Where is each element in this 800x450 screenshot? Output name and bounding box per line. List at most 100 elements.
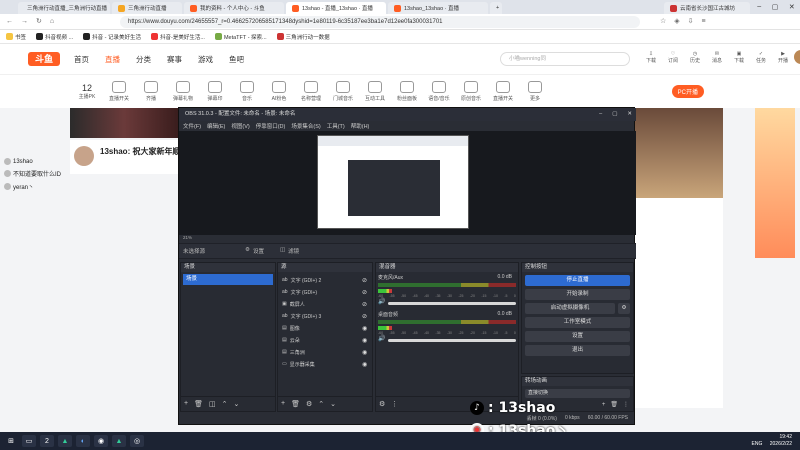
bookmark-item[interactable]: 书签	[6, 33, 26, 41]
zoom-level[interactable]: 21%	[183, 235, 192, 240]
bookmark-item[interactable]: 抖音视频 ...	[36, 33, 73, 41]
taskbar-app-icon[interactable]: ◉	[94, 435, 108, 447]
source-item[interactable]: ▤ 三角洲 ◉	[280, 346, 370, 358]
bookmark-item[interactable]: MetaTFT - 探索...	[214, 33, 267, 41]
eye-icon[interactable]: ◉	[362, 337, 370, 344]
gear-icon[interactable]: ⚙	[306, 400, 312, 408]
feed-item[interactable]: 13shao	[4, 158, 70, 165]
delete-icon[interactable]: 🗑	[610, 401, 618, 408]
category-item[interactable]: 直播开关	[488, 81, 518, 102]
source-item[interactable]: ab 文字 (GDI+) 3 ⊘	[280, 310, 370, 322]
url-field[interactable]: https://www.douyu.com/24655557_r=0.46625…	[120, 16, 640, 28]
browser-tab[interactable]: 云南省长沙国江古城坊	[664, 2, 750, 14]
menu-tools[interactable]: 工具(T)	[327, 122, 345, 130]
down-icon[interactable]: ⌄	[233, 400, 239, 408]
bookmark-item[interactable]: 抖音-是美好生活...	[151, 33, 205, 41]
browser-tab[interactable]: 13shao_13shao · 直播	[388, 2, 488, 14]
category-item[interactable]: 弹幕礼物	[168, 81, 198, 102]
virtual-cam-settings-icon[interactable]: ⚙	[618, 303, 630, 314]
star-icon[interactable]: ☆	[660, 17, 666, 25]
volume-slider[interactable]	[388, 338, 516, 342]
start-recording-button[interactable]: 开始录制	[525, 289, 630, 300]
stop-streaming-button[interactable]: 停止直播	[525, 275, 630, 286]
speaker-icon[interactable]: 🔊	[378, 335, 385, 342]
add-icon[interactable]: +	[602, 402, 606, 408]
source-item[interactable]: ▤ 图像 ◉	[280, 322, 370, 334]
category-item[interactable]: 门城音乐	[328, 81, 358, 102]
category-item[interactable]: AI粉色	[264, 81, 294, 102]
category-item[interactable]: 更多	[520, 81, 550, 102]
taskbar-app-icon[interactable]: ▭	[22, 435, 36, 447]
delete-icon[interactable]: 🗑	[194, 400, 203, 408]
source-item[interactable]: ab 文字 (GDI+) ⊘	[280, 286, 370, 298]
history-icon[interactable]: ◷ 历史	[684, 51, 706, 64]
browser-tab[interactable]: 我的资料 - 个人中心 - 斗鱼	[184, 2, 284, 14]
search-input[interactable]: 小喵wenning同	[500, 52, 630, 66]
start-icon[interactable]: ⊞	[4, 435, 18, 447]
volume-slider[interactable]	[388, 301, 516, 305]
delete-icon[interactable]: 🗑	[291, 400, 300, 408]
home-icon[interactable]: ⌂	[50, 18, 54, 25]
exit-button[interactable]: 退出	[525, 345, 630, 356]
add-icon[interactable]: +	[281, 400, 285, 407]
filter-icon[interactable]: ◫	[209, 400, 216, 408]
browser-tab[interactable]: 三角洲行动直播_三角洲行动直播	[18, 2, 110, 14]
hidden-eye-icon[interactable]: ⊘	[362, 289, 370, 296]
refresh-icon[interactable]: ↻	[36, 17, 42, 25]
category-item[interactable]: 粉丝面板	[392, 81, 422, 102]
category-item[interactable]: 原创音乐	[456, 81, 486, 102]
feed-item[interactable]: yeran丶	[4, 182, 70, 191]
add-icon[interactable]: +	[184, 400, 188, 407]
taskbar-app-icon[interactable]: 2	[40, 435, 54, 447]
go-live-icon[interactable]: ▶ 开播	[772, 51, 794, 64]
more-icon[interactable]: ⋮	[391, 400, 398, 408]
new-tab-button[interactable]: +	[490, 2, 502, 14]
system-clock[interactable]: ENG 19:42 2026/2/22	[752, 434, 792, 448]
message-icon[interactable]: ✉ 消息	[706, 51, 728, 64]
menu-view[interactable]: 视图(V)	[231, 122, 249, 130]
bookmark-item[interactable]: 三角洲行动一数据	[276, 33, 330, 41]
download-icon[interactable]: ⇩	[688, 17, 694, 25]
menu-icon[interactable]: ≡	[702, 18, 706, 25]
feed-item[interactable]: 不知道要取什么ID	[4, 169, 70, 178]
start-virtual-camera-button[interactable]: 启动虚拟摄像机	[525, 303, 615, 314]
nav-games[interactable]: 游戏	[198, 54, 213, 65]
menu-docks[interactable]: 停靠窗口(D)	[256, 122, 286, 130]
menu-scene-collection[interactable]: 场景集合(S)	[291, 122, 320, 130]
eye-icon[interactable]: ◉	[362, 349, 370, 356]
browser-tab-active[interactable]: 13shao - 直播_13shao · 直播	[286, 2, 386, 14]
transition-select[interactable]: 直接切换	[525, 389, 630, 398]
hidden-eye-icon[interactable]: ⊘	[362, 313, 370, 320]
filters-button[interactable]: ◫ 滤镜	[280, 247, 299, 255]
nav-category[interactable]: 分类	[136, 54, 151, 65]
subscribe-icon[interactable]: ♡ 订阅	[662, 51, 684, 64]
category-item[interactable]: 12 主播PK	[72, 83, 102, 100]
source-item[interactable]: ▭ 显示器采集 ◉	[280, 358, 370, 370]
category-item[interactable]: 语音/音乐	[424, 81, 454, 102]
source-item[interactable]: ▤ 云朵 ◉	[280, 334, 370, 346]
obs-taskbar-icon[interactable]: ◎	[130, 435, 144, 447]
nav-events[interactable]: 赛事	[167, 54, 182, 65]
nav-home[interactable]: 首页	[74, 54, 89, 65]
category-item[interactable]: 音乐	[232, 81, 262, 102]
minimize-icon[interactable]: –	[599, 108, 602, 121]
category-item[interactable]: 名称营理	[296, 81, 326, 102]
close-icon[interactable]: ✕	[789, 3, 795, 11]
category-item[interactable]: 弹幕印	[200, 81, 230, 102]
up-icon[interactable]: ⌃	[318, 400, 324, 408]
extension-icon[interactable]: ◈	[674, 17, 679, 25]
forward-icon[interactable]: →	[21, 18, 28, 25]
download-icon[interactable]: ⇩ 下载	[640, 51, 662, 64]
hidden-eye-icon[interactable]: ⊘	[362, 277, 370, 284]
up-icon[interactable]: ⌃	[222, 400, 228, 408]
maximize-icon[interactable]: ▢	[612, 108, 617, 121]
taskbar-app-icon[interactable]: ▲	[112, 435, 126, 447]
nav-live[interactable]: 直播	[105, 54, 120, 65]
bookmark-item[interactable]: 抖音 - 记录美好生活	[83, 33, 141, 41]
source-item[interactable]: ▣ 截屏人 ⊘	[280, 298, 370, 310]
category-item[interactable]: 齐播	[136, 81, 166, 102]
douyu-logo[interactable]: 斗鱼	[28, 52, 60, 66]
category-item[interactable]: 直播开关	[104, 81, 134, 102]
menu-help[interactable]: 帮助(H)	[351, 122, 370, 130]
back-icon[interactable]: ←	[6, 18, 13, 25]
